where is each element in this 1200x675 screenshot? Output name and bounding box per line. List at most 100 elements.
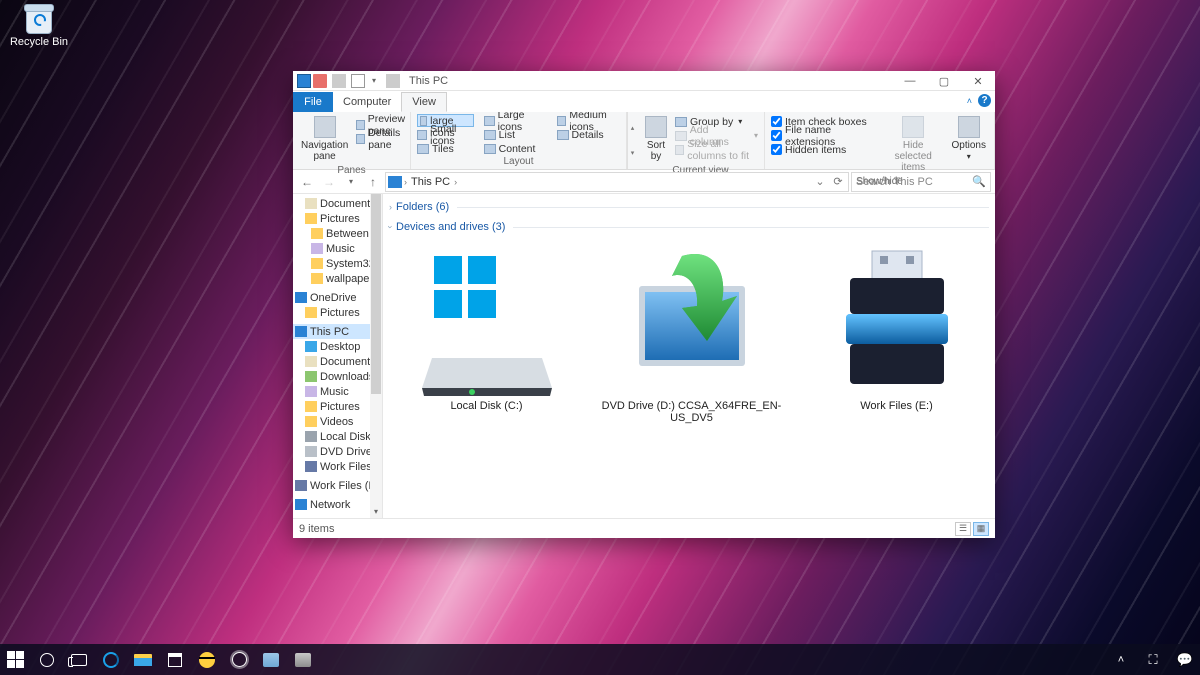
nav-item-work-files-e-[interactable]: Work Files (E:) [293,478,382,493]
nav-item-dvd-drive-d-c[interactable]: DVD Drive (D:) C [293,444,382,459]
app-icon[interactable] [260,649,282,671]
nav-item-onedrive[interactable]: OneDrive [293,290,382,305]
nav-item-wallpapers[interactable]: wallpapers [293,271,382,286]
app-icon[interactable] [292,649,314,671]
breadcrumb-this-pc[interactable]: This PC [409,176,452,188]
recycle-bin-icon[interactable]: Recycle Bin [4,4,74,48]
network-icon[interactable]: ⛶ [1142,649,1164,671]
nav-item-videos[interactable]: Videos [293,414,382,429]
folder-icon [311,228,323,239]
chevron-right-icon[interactable]: › [454,177,457,187]
layout-tiles[interactable]: Tiles [417,142,474,155]
app-icon[interactable] [196,649,218,671]
nav-item-music[interactable]: Music [293,241,382,256]
size-columns-button[interactable]: Size all columns to fit [675,143,758,156]
chevron-down-icon: › [386,226,396,229]
navpane-scrollbar[interactable]: ▾ [370,194,382,518]
history-dropdown-icon[interactable]: ⌄ [812,175,828,188]
folder-icon [295,326,307,337]
collapse-ribbon-icon[interactable]: ˄ [967,96,972,106]
layout-group-label: Layout [417,155,620,169]
drive-dvd-d[interactable]: DVD Drive (D:) CCSA_X64FRE_EN-US_DV5 [594,242,789,428]
drive-local-disk-c[interactable]: Local Disk (C:) [389,242,584,428]
help-icon[interactable]: ? [978,94,991,107]
close-button[interactable]: ✕ [961,71,995,91]
minimize-button[interactable]: — [893,71,927,91]
nav-item-pictures[interactable]: Pictures [293,305,382,320]
layout-medium[interactable]: Medium icons [557,114,620,127]
group-folders[interactable]: › Folders (6) [389,198,995,216]
nav-item-between-pcs[interactable]: Between PCs [293,226,382,241]
options-button[interactable]: Options▾ [950,114,988,164]
search-placeholder: Search This PC [856,176,933,188]
drive-label: Work Files (E:) [860,400,933,412]
folder-icon [305,356,317,367]
hidden-items-toggle[interactable]: Hidden items [771,143,877,156]
view-icons-button[interactable]: ▦ [973,522,989,536]
scrollbar-thumb[interactable] [371,194,381,394]
tab-view[interactable]: View [401,92,447,112]
nav-item-work-files-e-[interactable]: Work Files (E:) [293,459,382,474]
layout-large[interactable]: Large icons [484,114,547,127]
navigation-pane-icon [314,116,336,138]
status-item-count: 9 items [299,523,334,535]
nav-item-desktop[interactable]: Desktop [293,339,382,354]
scrollbar-down-icon[interactable]: ▾ [371,504,381,518]
titlebar[interactable]: ▾ This PC — ▢ ✕ [293,71,995,91]
forward-button[interactable]: → [319,172,339,192]
settings-icon[interactable] [228,649,250,671]
sort-by-button[interactable]: Sort by [643,114,669,164]
drive-label: Local Disk (C:) [450,400,522,412]
tab-file[interactable]: File [293,92,333,112]
breadcrumb[interactable]: › This PC › ⌄ ⟳ [385,172,849,192]
nav-item-pictures[interactable]: Pictures [293,211,382,226]
up-button[interactable]: ↑ [363,172,383,192]
nav-item-this-pc[interactable]: This PC [293,324,382,339]
local-disk-icon [422,246,552,396]
pc-icon[interactable] [297,74,311,88]
nav-item-pictures[interactable]: Pictures [293,399,382,414]
search-button[interactable] [36,649,58,671]
disk-icon[interactable] [313,74,327,88]
folder-icon [311,258,323,269]
layout-content[interactable]: Content [484,142,547,155]
folder-icon [305,431,317,442]
nav-item-downloads[interactable]: Downloads [293,369,382,384]
task-view-button[interactable] [68,649,90,671]
properties-icon[interactable] [351,74,365,88]
navigation-pane-button[interactable]: Navigation pane [299,114,350,164]
back-button[interactable]: ← [297,172,317,192]
start-button[interactable] [4,649,26,671]
file-name-extensions-toggle[interactable]: File name extensions [771,129,877,142]
tray-overflow-icon[interactable]: ˄ [1110,649,1132,671]
chevron-right-icon[interactable]: › [404,177,407,187]
separator [332,74,346,88]
nav-item-local-disk-c-[interactable]: Local Disk (C:) [293,429,382,444]
dvd-drive-icon [627,246,757,396]
nav-item-documents[interactable]: Documents [293,196,382,211]
recent-locations-dropdown[interactable]: ▾ [341,172,361,192]
layout-small[interactable]: Small icons [417,128,474,141]
nav-item-music[interactable]: Music [293,384,382,399]
details-pane-button[interactable]: Details pane [356,132,408,145]
content-area[interactable]: › Folders (6) › Devices and drives (3) [383,194,995,518]
store-icon[interactable] [164,649,186,671]
action-center-icon[interactable]: 💬 [1174,649,1196,671]
tab-computer[interactable]: Computer [333,92,401,112]
drive-work-files-e[interactable]: Work Files (E:) [799,242,994,428]
maximize-button[interactable]: ▢ [927,71,961,91]
nav-item-network[interactable]: Network [293,497,382,512]
group-devices-drives[interactable]: › Devices and drives (3) [389,218,995,236]
layout-more-icon[interactable]: ▴▾ [627,112,637,169]
view-details-button[interactable]: ☰ [955,522,971,536]
ribbon: Navigation pane Preview pane Details pan… [293,112,995,170]
refresh-icon[interactable]: ⟳ [830,175,846,188]
nav-item-documents[interactable]: Documents [293,354,382,369]
layout-details[interactable]: Details [557,128,620,141]
edge-icon[interactable] [100,649,122,671]
layout-list[interactable]: List [484,128,547,141]
file-explorer-icon[interactable] [132,649,154,671]
hide-selected-button[interactable]: Hide selected items [883,114,944,175]
nav-item-system32[interactable]: System32 [293,256,382,271]
qat-dropdown-icon[interactable]: ▾ [367,74,381,88]
